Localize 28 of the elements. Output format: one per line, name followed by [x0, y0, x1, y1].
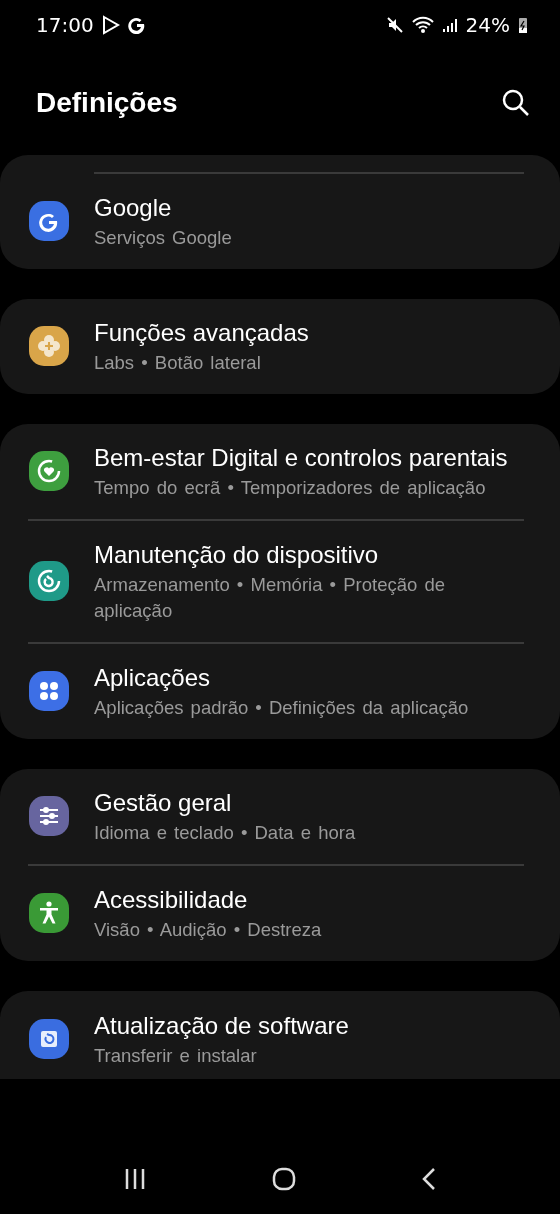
setting-summary: Visão • Audição • Destreza	[94, 918, 323, 942]
wifi-icon	[411, 16, 434, 34]
play-store-icon	[101, 15, 120, 35]
page-title: Definições	[36, 86, 178, 119]
setting-title[interactable]: Atualização de software	[94, 1009, 524, 1042]
setting-title[interactable]: Funções avançadas	[94, 316, 524, 349]
mute-icon	[385, 16, 404, 34]
home-icon[interactable]	[272, 1167, 296, 1191]
google-g-icon	[127, 16, 146, 34]
battery-percentage: 24%	[465, 13, 510, 37]
signal-icon	[441, 16, 458, 34]
setting-summary: Tempo do ecrã • Temporizadores de aplicação	[94, 476, 487, 500]
setting-summary: Transferir e instalar	[94, 1044, 258, 1068]
setting-title[interactable]: Aplicações	[94, 661, 524, 694]
clock: 17:00	[36, 13, 94, 37]
setting-title[interactable]: Google	[94, 191, 524, 224]
setting-title[interactable]: Manutenção do dispositivo	[94, 538, 524, 571]
setting-summary: Aplicações padrão • Definições da aplicação	[94, 696, 470, 720]
battery-icon	[518, 16, 528, 34]
setting-title[interactable]: Acessibilidade	[94, 883, 524, 916]
setting-summary: Serviços Google	[94, 226, 233, 250]
setting-summary: Armazenamento • Memória • Proteção de aplicação	[94, 573, 446, 623]
back-icon[interactable]	[421, 1167, 438, 1191]
setting-summary: Labs • Botão lateral	[94, 351, 262, 375]
setting-title[interactable]: Bem-estar Digital e controlos parentais	[94, 441, 524, 474]
setting-summary: Idioma e teclado • Data e hora	[94, 821, 357, 845]
search-icon[interactable]	[502, 88, 530, 117]
setting-title[interactable]: Gestão geral	[94, 786, 524, 819]
